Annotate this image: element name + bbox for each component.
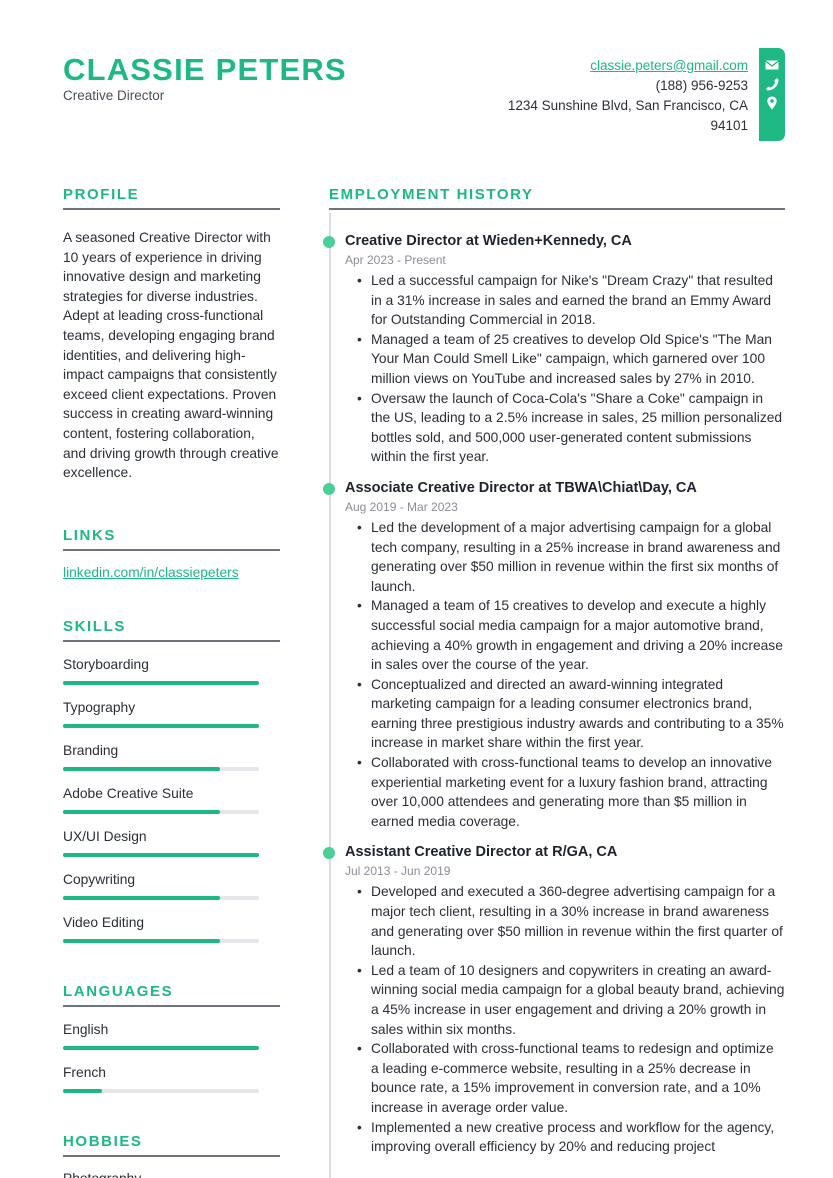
job-dates: Jul 2013 - Jun 2019 bbox=[345, 864, 451, 879]
left-column: PROFILE A seasoned Creative Director wit… bbox=[63, 186, 280, 1178]
skill-level-fill bbox=[63, 723, 259, 728]
map-pin-icon bbox=[767, 96, 777, 110]
languages-list: English French bbox=[63, 1021, 280, 1093]
job-title: Assistant Creative Director at R/GA, CA bbox=[345, 844, 618, 861]
language-name: English bbox=[63, 1021, 109, 1037]
language-level-bar bbox=[63, 1045, 259, 1050]
skill-level-bar bbox=[63, 680, 259, 685]
language-level-fill bbox=[63, 1045, 259, 1050]
hobbies-section: HOBBIES Photography bbox=[63, 1133, 280, 1178]
employment-heading: EMPLOYMENT HISTORY bbox=[329, 186, 785, 210]
job-bullets: Led a successful campaign for Nike's "Dr… bbox=[345, 271, 785, 467]
envelope-icon bbox=[765, 60, 779, 70]
skill-item: Video Editing bbox=[63, 914, 280, 943]
skill-level-bar bbox=[63, 852, 259, 857]
skill-name: Copywriting bbox=[63, 871, 136, 887]
address-line-2: 94101 bbox=[710, 118, 748, 133]
candidate-title: Creative Director bbox=[63, 88, 165, 103]
skill-name: Branding bbox=[63, 742, 119, 758]
email-link[interactable]: classie.peters@gmail.com bbox=[590, 58, 748, 73]
skill-item: Branding bbox=[63, 742, 280, 771]
language-level-fill bbox=[63, 1088, 103, 1093]
links-section: LINKS linkedin.com/in/classiepeters bbox=[63, 527, 280, 580]
skills-section: SKILLS Storyboarding Typography Branding Ad… bbox=[63, 618, 280, 943]
hobby-item: Photography bbox=[63, 1171, 280, 1178]
skill-item: Typography bbox=[63, 699, 280, 728]
languages-section: LANGUAGES English French bbox=[63, 983, 280, 1093]
languages-heading: LANGUAGES bbox=[63, 983, 280, 1007]
skill-level-bar bbox=[63, 723, 259, 728]
skill-level-fill bbox=[63, 766, 220, 771]
language-item: English bbox=[63, 1021, 280, 1050]
skill-name: UX/UI Design bbox=[63, 828, 147, 844]
skills-heading: SKILLS bbox=[63, 618, 280, 642]
skill-name: Storyboarding bbox=[63, 656, 149, 672]
right-column: EMPLOYMENT HISTORY Creative Director at … bbox=[323, 186, 785, 1157]
skill-name: Video Editing bbox=[63, 914, 145, 930]
job-bullet: Collaborated with cross-functional teams… bbox=[357, 753, 785, 831]
skill-level-bar bbox=[63, 809, 259, 814]
language-level-bar bbox=[63, 1088, 259, 1093]
skill-item: Adobe Creative Suite bbox=[63, 785, 280, 814]
job-entry: Associate Creative Director at TBWA\Chia… bbox=[323, 467, 785, 832]
skill-level-fill bbox=[63, 809, 220, 814]
skill-item: UX/UI Design bbox=[63, 828, 280, 857]
skill-level-fill bbox=[63, 938, 220, 943]
job-title: Associate Creative Director at TBWA\Chia… bbox=[345, 479, 697, 496]
skill-level-bar bbox=[63, 895, 259, 900]
timeline-dot bbox=[323, 236, 335, 248]
job-bullet: Collaborated with cross-functional teams… bbox=[357, 1039, 785, 1117]
job-entry: Assistant Creative Director at R/GA, CA J… bbox=[323, 831, 785, 1156]
job-bullet: Developed and executed a 360-degree adve… bbox=[357, 882, 785, 960]
contact-info: classie.peters@gmail.com (188) 956-9253 … bbox=[468, 56, 748, 136]
links-heading: LINKS bbox=[63, 527, 280, 551]
skill-level-fill bbox=[63, 852, 259, 857]
job-bullet: Managed a team of 25 creatives to develo… bbox=[357, 330, 785, 389]
candidate-name: CLASSIE PETERS bbox=[63, 52, 347, 87]
profile-section: PROFILE A seasoned Creative Director wit… bbox=[63, 186, 280, 483]
job-bullet: Implemented a new creative process and w… bbox=[357, 1118, 785, 1157]
skill-level-fill bbox=[63, 895, 220, 900]
timeline-dot bbox=[323, 482, 335, 495]
skill-level-bar bbox=[63, 938, 259, 943]
linkedin-link[interactable]: linkedin.com/in/classiepeters bbox=[63, 565, 280, 580]
job-dates: Apr 2023 - Present bbox=[345, 253, 446, 267]
skills-list: Storyboarding Typography Branding Adobe Cre… bbox=[63, 656, 280, 943]
job-bullet: Managed a team of 15 creatives to develo… bbox=[357, 596, 785, 674]
skill-level-fill bbox=[63, 680, 259, 685]
job-dates: Aug 2019 - Mar 2023 bbox=[345, 499, 458, 514]
job-bullet: Led the development of a major advertisi… bbox=[357, 518, 785, 596]
language-name: French bbox=[63, 1064, 106, 1080]
phone-number: (188) 956-9253 bbox=[655, 78, 748, 93]
job-entry: Creative Director at Wieden+Kennedy, CA A… bbox=[323, 220, 785, 467]
skill-level-bar bbox=[63, 766, 259, 771]
skill-item: Storyboarding bbox=[63, 656, 280, 685]
job-bullet: Led a successful campaign for Nike's "Dr… bbox=[357, 271, 785, 330]
job-bullet: Conceptualized and directed an award-win… bbox=[357, 675, 785, 753]
job-bullet: Led a team of 10 designers and copywrite… bbox=[357, 961, 785, 1039]
job-bullets: Developed and executed a 360-degree adve… bbox=[345, 882, 785, 1156]
profile-heading: PROFILE bbox=[63, 186, 280, 210]
hobbies-heading: HOBBIES bbox=[63, 1133, 280, 1157]
profile-summary: A seasoned Creative Director with 10 yea… bbox=[63, 230, 279, 481]
skill-item: Copywriting bbox=[63, 871, 280, 900]
phone-icon bbox=[766, 78, 779, 91]
timeline-dot bbox=[323, 847, 335, 860]
job-title: Creative Director at Wieden+Kennedy, CA bbox=[345, 233, 632, 249]
skill-name: Typography bbox=[63, 699, 136, 715]
job-bullets: Led the development of a major advertisi… bbox=[345, 518, 785, 832]
address-line-1: 1234 Sunshine Blvd, San Francisco, CA bbox=[507, 98, 748, 113]
job-bullet: Oversaw the launch of Coca-Cola's "Share… bbox=[357, 389, 785, 467]
language-item: French bbox=[63, 1064, 280, 1093]
skill-name: Adobe Creative Suite bbox=[63, 785, 194, 801]
jobs-list: Creative Director at Wieden+Kennedy, CA A… bbox=[323, 220, 785, 1157]
contact-icon-bar bbox=[759, 48, 785, 141]
